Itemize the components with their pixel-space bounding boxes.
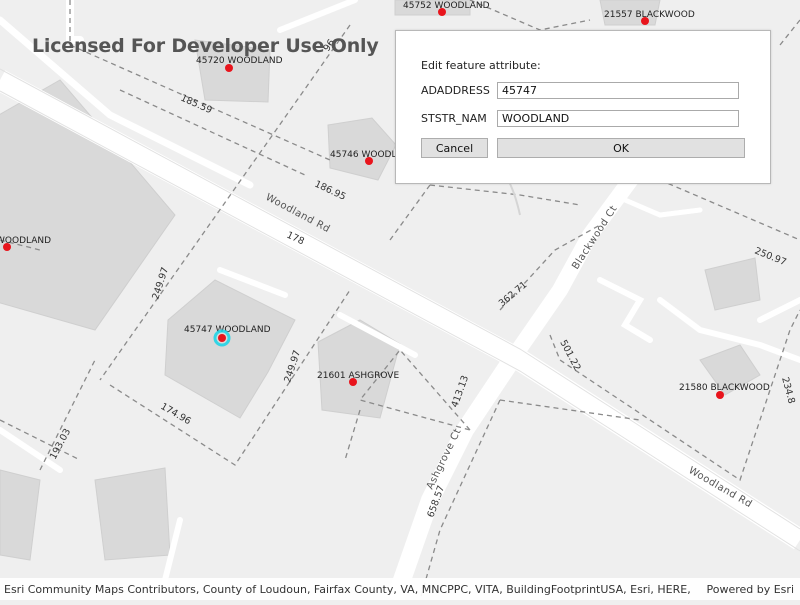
feature-point	[3, 243, 11, 251]
attribution-text[interactable]: Esri Community Maps Contributors, County…	[4, 583, 694, 596]
cancel-button[interactable]: Cancel	[421, 138, 488, 158]
edit-attribute-dialog: Edit feature attribute: ADADDRESS STSTR_…	[395, 30, 771, 184]
feature-label: 21601 ASHGROVE	[317, 371, 399, 381]
feature-label: 21580 BLACKWOOD	[679, 383, 770, 393]
building	[94, 467, 171, 561]
license-watermark: Licensed For Developer Use Only	[32, 35, 379, 57]
powered-by-esri[interactable]: Powered by Esri	[706, 583, 794, 596]
attribution-bar: Esri Community Maps Contributors, County…	[0, 578, 800, 600]
ststr-nam-label: STSTR_NAM	[421, 112, 487, 125]
dialog-title: Edit feature attribute:	[421, 59, 541, 72]
feature-point	[641, 17, 649, 25]
ststr-nam-input[interactable]	[497, 110, 739, 127]
feature-point	[716, 391, 724, 399]
feature-point	[438, 8, 446, 16]
feature-point	[225, 64, 233, 72]
feature-label: 21557 BLACKWOOD	[604, 10, 695, 20]
ok-button[interactable]: OK	[497, 138, 745, 158]
feature-point	[365, 157, 373, 165]
adaddress-label: ADADDRESS	[421, 84, 490, 97]
feature-label: 45752 WOODLAND	[403, 1, 490, 11]
feature-label: 45720 WOODLAND	[196, 56, 283, 66]
feature-point	[349, 378, 357, 386]
adaddress-input[interactable]	[497, 82, 739, 99]
